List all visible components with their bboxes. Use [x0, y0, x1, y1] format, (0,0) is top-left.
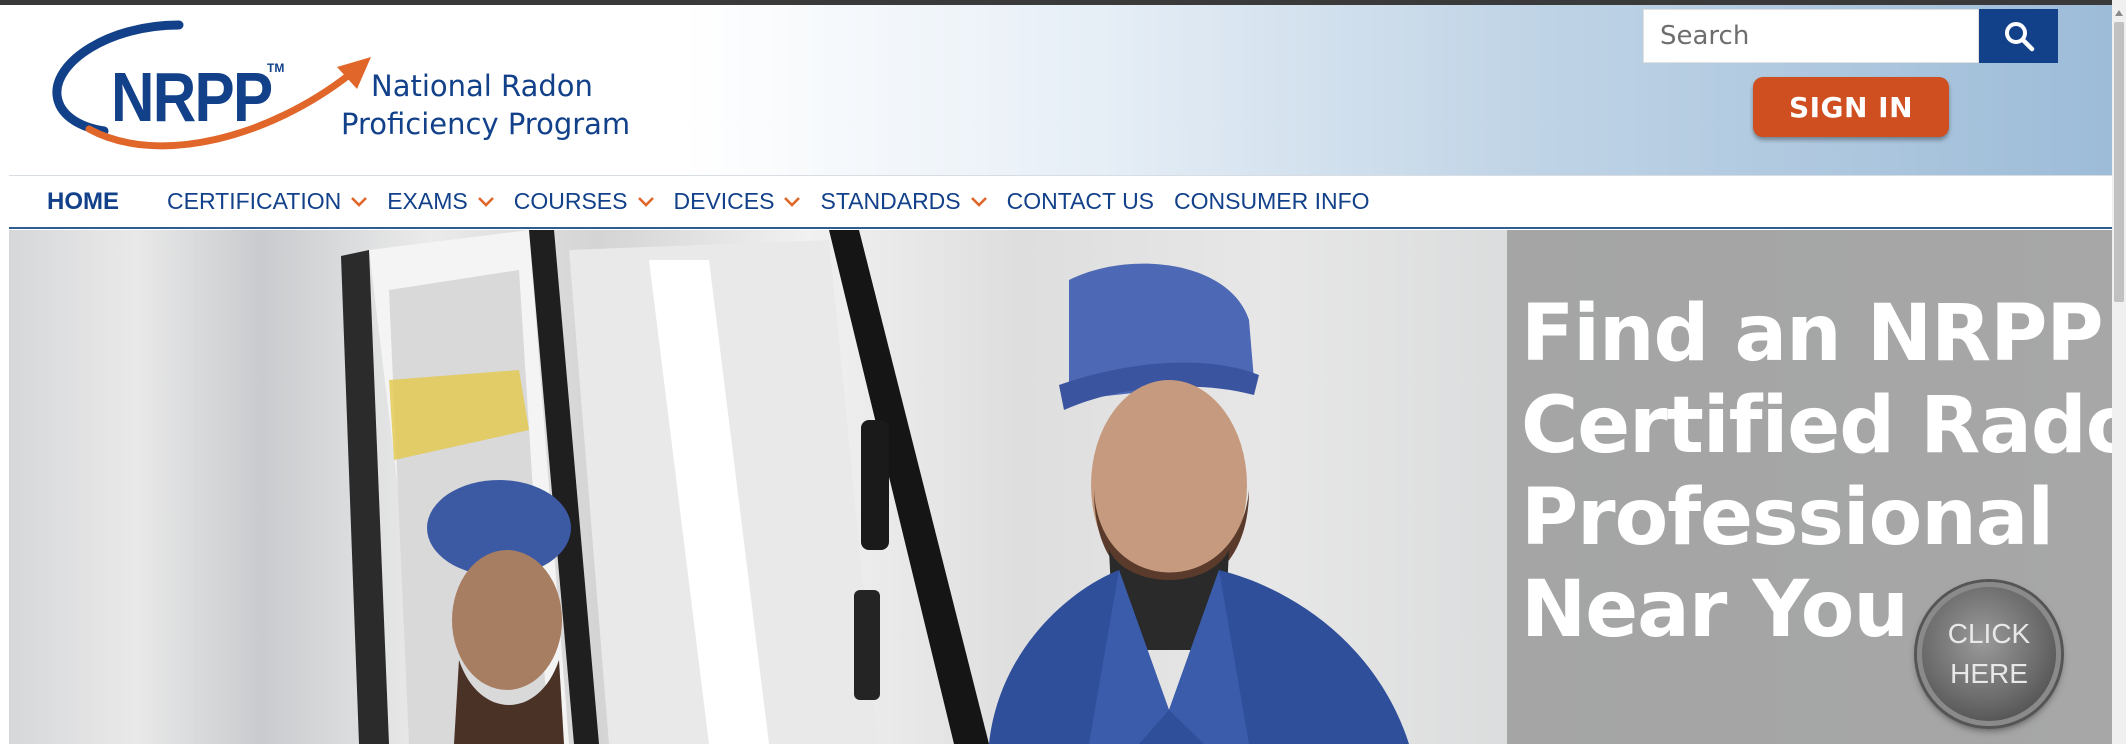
click-here-line2: HERE [1950, 658, 2028, 689]
nav-item-exams[interactable]: EXAMS [387, 188, 494, 215]
page: NRPP TM National Radon Proficiency Progr… [9, 5, 2112, 744]
scrollbar-thumb[interactable] [2114, 22, 2124, 302]
hero-headline-line: Professional [1521, 473, 2054, 563]
search-input[interactable] [1643, 9, 1979, 63]
nav-item-label: CERTIFICATION [167, 188, 342, 214]
nav-item-label: CONTACT US [1006, 188, 1155, 214]
nav-item-consumer-info[interactable]: CONSUMER INFO [1174, 188, 1370, 215]
search-icon [2004, 22, 2034, 52]
logo-name-line2: Proficiency Program [341, 107, 631, 141]
chevron-down-icon [970, 196, 987, 207]
main-nav: HOME CERTIFICATION EXAMS COURSES DEVICES [9, 175, 2112, 229]
nav-item-label: CONSUMER INFO [1174, 188, 1370, 214]
nav-item-label: STANDARDS [820, 188, 961, 214]
chevron-down-icon [784, 196, 801, 207]
nav-item-label: EXAMS [387, 188, 468, 214]
page-scrollbar[interactable] [2112, 0, 2126, 744]
nav-item-courses[interactable]: COURSES [514, 188, 654, 215]
chevron-down-icon [351, 196, 368, 207]
nav-item-home[interactable]: HOME [47, 188, 119, 216]
nav-item-label: HOME [47, 187, 119, 215]
chevron-down-icon [637, 196, 654, 207]
nav-item-devices[interactable]: DEVICES [674, 188, 801, 215]
hero-headline-line: Certified Radon [1521, 381, 2112, 471]
hero-headline-line: Find an NRPP [1521, 289, 2104, 379]
nav-item-label: COURSES [513, 188, 628, 214]
nrpp-logo[interactable]: NRPP TM National Radon Proficiency Progr… [49, 17, 669, 167]
search-bar [1643, 9, 2058, 63]
logo-program-name: National Radon Proficiency Program [341, 67, 630, 143]
nav-item-contact-us[interactable]: CONTACT US [1007, 188, 1154, 215]
chevron-down-icon [477, 196, 494, 207]
click-here-line1: CLICK [1947, 618, 2031, 649]
sign-in-button[interactable]: SIGN IN [1753, 77, 1949, 137]
click-here-button[interactable]: CLICK HERE [1917, 582, 2061, 726]
trademark-symbol: TM [267, 61, 285, 75]
hero-banner: Find an NRPP Certified Radon Professiona… [9, 230, 2112, 744]
scroll-up-arrow-icon[interactable] [2112, 6, 2126, 20]
site-header: NRPP TM National Radon Proficiency Progr… [9, 5, 2112, 175]
logo-name-line1: National Radon [371, 69, 593, 103]
nav-item-label: DEVICES [673, 188, 775, 214]
nav-item-standards[interactable]: STANDARDS [820, 188, 987, 215]
logo-wordmark: NRPP [111, 58, 273, 136]
nav-item-certification[interactable]: CERTIFICATION [167, 188, 368, 215]
search-button[interactable] [1979, 9, 2058, 63]
